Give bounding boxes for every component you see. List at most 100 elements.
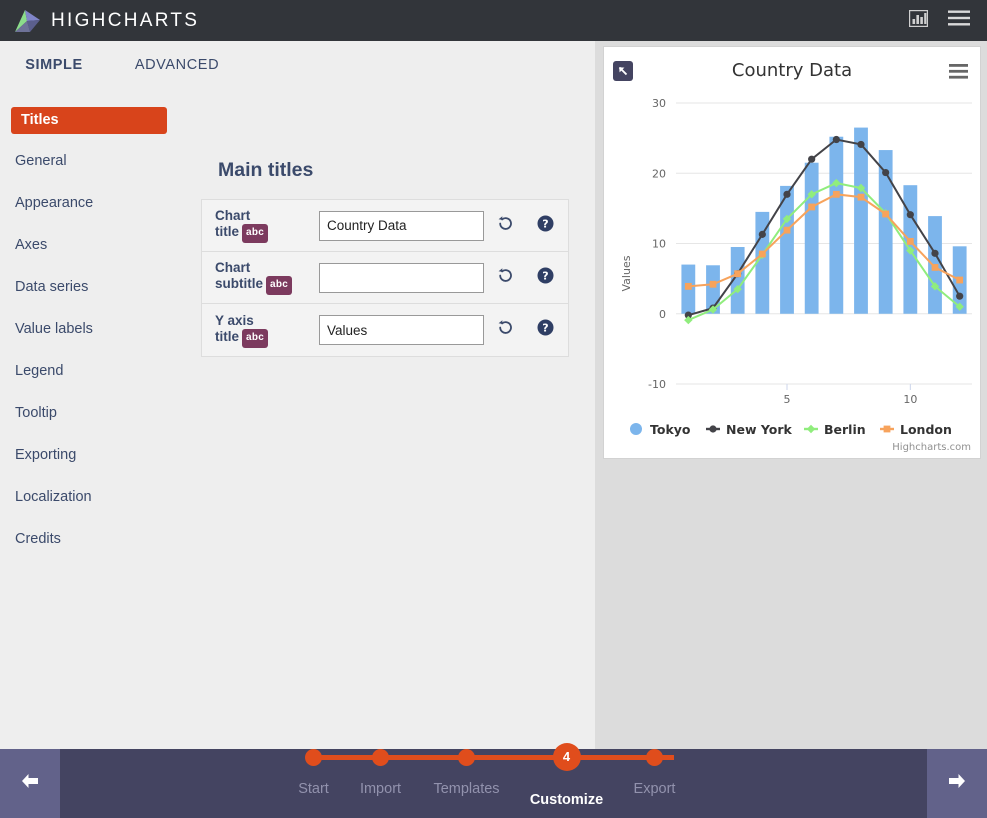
label-line-1: Y axis [215,312,254,328]
step-dot[interactable] [646,749,663,766]
brand-logo[interactable]: HIGHCHARTS [14,8,199,34]
step-dot[interactable] [372,749,389,766]
text-type-badge: abc [266,276,293,295]
sidebar-item-label: Appearance [15,195,94,211]
sidebar-item-data-series[interactable]: Data series [11,275,167,299]
svg-text:0: 0 [659,308,666,321]
step-label[interactable]: Customize [527,792,607,808]
chart-subtitle-input[interactable] [319,262,484,293]
sidebar-item-label: Legend [15,363,64,379]
wizard-step-import[interactable]: Import [341,749,421,797]
svg-text:30: 30 [652,97,666,110]
svg-text:Berlin: Berlin [824,422,866,437]
step-dot[interactable] [458,749,475,766]
arrow-right-icon [946,771,968,796]
sidebar-item-label: Value labels [15,321,93,337]
chart-title-label: Chart title abc [215,208,319,243]
step-label[interactable]: Templates [427,781,507,797]
field-row-y-axis-title: Y axis titleabc ? [202,304,568,356]
sidebar-item-titles[interactable]: Titles [11,107,167,134]
wizard-footer: Start Import Templates 4 Customize Expor… [0,743,987,818]
wizard-step-customize[interactable]: 4 Customize [527,743,607,808]
chart-subtitle-label: Chart subtitle abc [215,260,319,295]
wizard-steps: Start Import Templates 4 Customize Expor… [294,743,695,818]
step-dot[interactable] [305,749,322,766]
sidebar-item-label: Data series [15,279,89,295]
text-type-badge: abc [242,328,269,348]
sidebar-item-label: Credits [15,531,61,547]
reset-undo-icon[interactable] [497,267,514,289]
hamburger-menu-icon[interactable] [948,10,970,31]
chart-preview-column: Country Data -10 0 10 20 30 Values 5 10 Tokyo New… [595,41,987,749]
settings-sidebar: Titles General Appearance Axes Data seri… [11,107,167,569]
svg-text:20: 20 [652,167,666,180]
page-title: Main titles [218,159,314,181]
sidebar-item-value-labels[interactable]: Value labels [11,317,167,341]
sidebar-item-label: Localization [15,489,92,505]
tab-advanced[interactable]: ADVANCED [126,50,228,98]
tab-simple[interactable]: SIMPLE [12,50,96,113]
label-line-2: title [215,328,240,344]
bar-chart-icon[interactable] [908,9,929,32]
wizard-step-templates[interactable]: Templates [427,749,507,797]
header-icon-group [908,9,970,32]
label-line-2: subtitle [215,276,264,291]
sidebar-item-localization[interactable]: Localization [11,485,167,509]
label-line-1: Chart [215,260,251,275]
highcharts-logo-icon [14,8,42,34]
step-label[interactable]: Export [615,781,695,797]
field-row-chart-subtitle: Chart subtitle abc ? [202,252,568,304]
svg-text:?: ? [542,269,548,282]
sidebar-item-label: Axes [15,237,48,253]
svg-text:10: 10 [903,393,917,406]
chart-plot-area: -10 0 10 20 30 Values 5 10 Tokyo New York Berlin Lo… [620,97,972,437]
svg-text:10: 10 [652,238,666,251]
sidebar-item-general[interactable]: General [11,149,167,173]
y-axis-title-label: Y axis title abc [215,313,319,348]
y-axis-title-input[interactable] [319,315,484,345]
wizard-step-export[interactable]: Export [615,749,695,797]
sidebar-item-credits[interactable]: Credits [11,527,167,551]
next-button[interactable] [927,749,987,818]
chart-title-input[interactable] [319,210,484,241]
sidebar-item-label: Tooltip [15,405,57,421]
reset-undo-icon[interactable] [497,319,514,341]
svg-text:5: 5 [784,393,791,406]
text-type-badge: abc [242,224,269,243]
step-label[interactable]: Import [341,781,421,797]
step-dot[interactable]: 4 [552,743,581,771]
svg-text:London: London [900,422,952,437]
sidebar-item-exporting[interactable]: Exporting [11,443,167,467]
editor-workspace: SIMPLE ADVANCED Titles General Appearanc… [0,41,595,749]
wizard-track: Start Import Templates 4 Customize Expor… [60,743,927,818]
help-question-icon[interactable]: ? [537,267,554,289]
sidebar-item-label: Exporting [15,447,77,463]
tab-advanced-label: ADVANCED [134,57,220,73]
label-line-2: title [215,224,240,239]
sidebar-item-tooltip[interactable]: Tooltip [11,401,167,425]
chart-subtitle-actions: ? [497,267,554,289]
svg-text:Tokyo: Tokyo [650,422,691,437]
chart-title-actions: ? [497,215,554,237]
sidebar-item-label: Titles [21,112,59,128]
chart-credits: Highcharts.com [892,442,971,453]
sidebar-item-appearance[interactable]: Appearance [11,191,167,215]
editor-mode-tabs: SIMPLE ADVANCED [0,50,595,113]
svg-text:New York: New York [726,422,792,437]
back-button[interactable] [0,749,60,818]
sidebar-item-legend[interactable]: Legend [11,359,167,383]
app-header: HIGHCHARTS [0,0,987,41]
label-line-1: Chart [215,208,251,223]
svg-text:?: ? [542,322,548,335]
tab-simple-label: SIMPLE [25,57,83,73]
reset-undo-icon[interactable] [497,215,514,237]
brand-name: HIGHCHARTS [51,9,200,31]
sidebar-item-axes[interactable]: Axes [11,233,167,257]
y-axis-title-actions: ? [497,319,554,341]
help-question-icon[interactable]: ? [537,215,554,237]
main-titles-form: Chart titleabc ? [201,199,569,357]
sidebar-item-label: General [15,153,67,169]
svg-text:Values: Values [620,255,633,291]
chart-preview-card: Country Data -10 0 10 20 30 Values 5 10 Tokyo New… [603,46,981,459]
help-question-icon[interactable]: ? [537,319,554,341]
